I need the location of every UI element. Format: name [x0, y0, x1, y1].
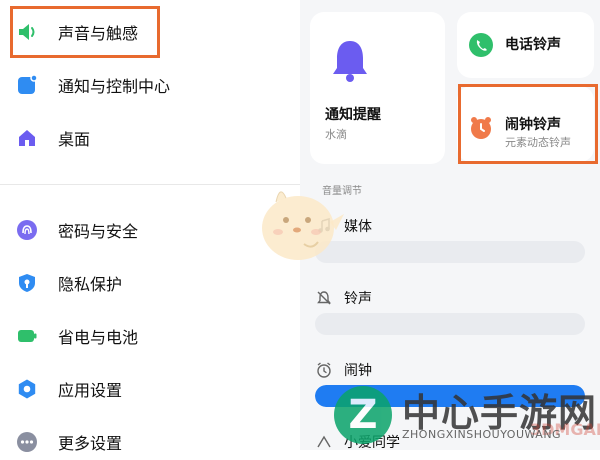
menu-item-app-settings[interactable]: 应用设置 [16, 371, 286, 407]
menu-item-more-settings[interactable]: 更多设置 [16, 424, 286, 460]
card-title: 通知提醒 [325, 107, 381, 123]
menu-item-desktop[interactable]: 桌面 [16, 120, 286, 156]
volume-label: 铃声 [344, 291, 372, 307]
volume-label: 媒体 [344, 219, 372, 235]
watermark-subtitle: ZHONGXINSHOUYOUWANG [402, 428, 562, 441]
volume-row-alarm: 闹钟 [316, 360, 372, 380]
watermark-logo: Z [334, 386, 392, 444]
volume-label: 闹钟 [344, 363, 372, 379]
menu-item-label: 更多设置 [58, 434, 123, 453]
menu-item-privacy[interactable]: 隐私保护 [16, 265, 286, 301]
card-title: 电话铃声 [505, 37, 561, 53]
notification-sound-card[interactable]: 通知提醒 水滴 [310, 12, 445, 164]
bell-icon [330, 38, 370, 84]
home-icon [16, 127, 38, 149]
ringtone-card[interactable]: 电话铃声 [457, 12, 594, 78]
menu-item-label: 桌面 [58, 130, 91, 149]
menu-item-notifications[interactable]: 通知与控制中心 [16, 67, 286, 103]
bell-muted-icon [316, 290, 332, 306]
menu-item-label: 密码与安全 [58, 222, 139, 241]
privacy-shield-icon [16, 272, 38, 294]
mascot-watermark [246, 178, 346, 268]
notification-icon [16, 74, 38, 96]
menu-item-label: 应用设置 [58, 381, 123, 400]
battery-icon [16, 325, 38, 347]
menu-item-battery[interactable]: 省电与电池 [16, 318, 286, 354]
menu-item-label: 隐私保护 [58, 275, 123, 294]
gear-icon [16, 378, 38, 400]
menu-item-label: 通知与控制中心 [58, 77, 171, 96]
ringtone-volume-slider[interactable] [315, 313, 585, 335]
menu-item-label: 省电与电池 [58, 328, 139, 347]
fingerprint-icon [16, 219, 38, 241]
media-volume-slider[interactable] [315, 241, 585, 263]
alarm-icon [316, 362, 332, 378]
volume-row-ringtone: 铃声 [316, 288, 372, 308]
highlight-frame-alarm [458, 84, 598, 164]
highlight-frame-sound [10, 6, 160, 58]
site-watermark: Z 中心手游网 3DMGAME ZHONGXINSHOUYOUWANG [330, 380, 600, 450]
watermark-logo-letter: Z [348, 392, 378, 438]
card-subtitle: 水滴 [325, 128, 347, 141]
phone-icon [469, 33, 493, 57]
